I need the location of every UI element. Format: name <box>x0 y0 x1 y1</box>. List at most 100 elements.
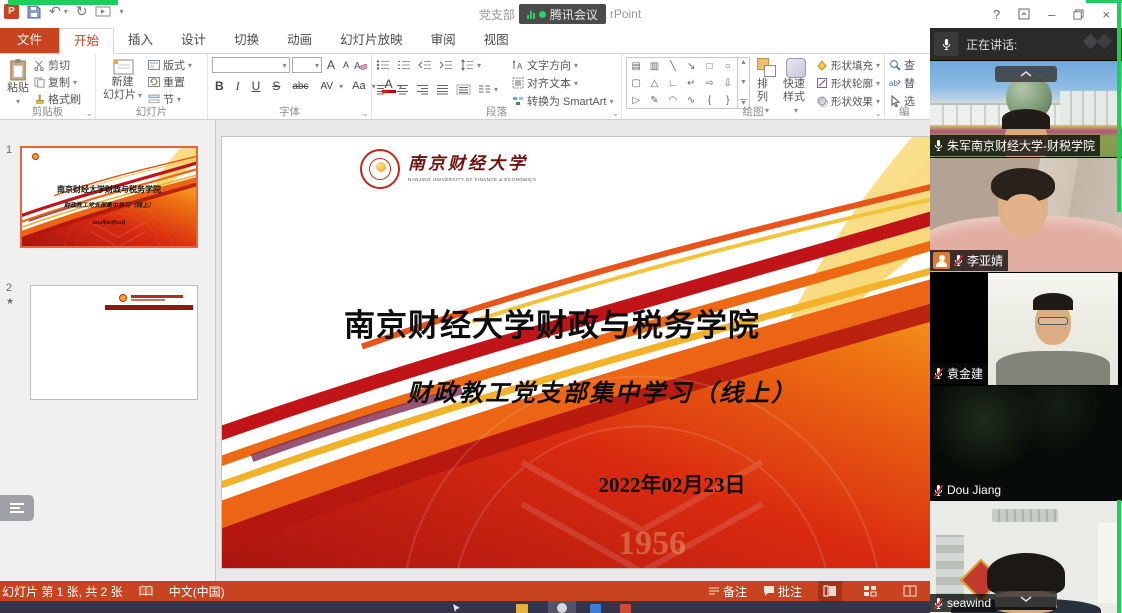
view-sorter-button[interactable] <box>858 581 882 601</box>
shadow-strike-button[interactable]: S <box>269 79 283 93</box>
tab-animations[interactable]: 动画 <box>273 28 326 53</box>
slide-thumbnail-2[interactable] <box>30 285 198 400</box>
quick-access-toolbar: P ↶▾ ↻ ▾ <box>4 3 124 20</box>
dialog-launcher-icon[interactable]: ⌄ <box>611 109 619 118</box>
text-direction-button[interactable]: A 文字方向▾ <box>512 57 613 73</box>
shape-cell[interactable]: △ <box>645 75 663 92</box>
help-button[interactable]: ? <box>993 7 1000 22</box>
shrink-font-button[interactable]: A <box>340 60 352 70</box>
font-size-combo[interactable]: ▾ <box>292 57 322 73</box>
shape-cell[interactable]: ↘ <box>682 58 700 75</box>
mic-muted-icon <box>933 484 944 497</box>
ribbon-display-options-icon[interactable] <box>1018 8 1030 20</box>
tab-file[interactable]: 文件 <box>0 28 59 53</box>
shape-cell[interactable]: □ <box>700 58 718 75</box>
undo-button[interactable]: ↶▾ <box>49 4 68 20</box>
start-slideshow-icon[interactable] <box>95 6 111 18</box>
comments-toggle[interactable]: 批注 <box>763 583 802 599</box>
numbering-icon[interactable] <box>397 59 411 71</box>
tab-insert[interactable]: 插入 <box>114 28 167 53</box>
slide-canvas[interactable]: 南京财经大学 NANJING UNIVERSITY OF FINANCE & E… <box>222 137 982 568</box>
floating-panel-toggle[interactable] <box>0 495 34 521</box>
shape-cell[interactable]: ╲ <box>664 58 682 75</box>
copy-button[interactable]: 复制▾ <box>34 74 81 90</box>
participant-tile-seawind[interactable]: seawind <box>930 500 1122 613</box>
tab-view[interactable]: 视图 <box>470 28 523 53</box>
increase-indent-icon[interactable] <box>439 59 453 71</box>
shape-cell[interactable]: ⇩ <box>719 75 737 92</box>
notes-toggle[interactable]: 备注 <box>708 583 747 599</box>
tab-review[interactable]: 审阅 <box>417 28 470 53</box>
align-center-icon[interactable] <box>396 84 409 95</box>
reset-button[interactable]: 重置 <box>148 74 192 90</box>
collapse-panel-button[interactable] <box>995 66 1057 82</box>
participant-tile-liyajing[interactable]: 李亚婧 <box>930 157 1122 272</box>
shapes-gallery-scrollbar[interactable]: ▲▼▼ <box>738 57 750 109</box>
screen: P ↶▾ ↻ ▾ 党支部 腾讯会议 rPoint ? – <box>0 0 1122 613</box>
dialog-launcher-icon[interactable]: ⌄ <box>874 109 882 118</box>
redo-button[interactable]: ↻ <box>76 3 88 20</box>
bold-button[interactable]: B <box>212 79 227 93</box>
taskbar-folder-icon[interactable] <box>516 604 528 613</box>
close-button[interactable]: × <box>1102 7 1110 22</box>
align-text-button[interactable]: 对齐文本▾ <box>512 75 613 91</box>
new-slide-button[interactable]: 新建 幻灯片▾ <box>100 57 145 107</box>
distribute-icon[interactable] <box>456 84 471 95</box>
save-icon[interactable] <box>27 5 41 19</box>
font-name-combo[interactable]: ▾ <box>212 57 290 73</box>
align-left-icon[interactable] <box>376 84 389 95</box>
participant-tile-zhujun[interactable]: 朱军南京财经大学-财税学院 <box>930 60 1122 157</box>
grow-font-button[interactable]: A <box>324 58 338 72</box>
shape-cell[interactable]: ↵ <box>682 75 700 92</box>
slide-subtitle[interactable]: 财政教工党支部集中学习（线上） <box>222 373 982 408</box>
view-reading-button[interactable] <box>898 581 922 601</box>
slide-thumbnail-1[interactable]: 南京财经大学财政与税务学院 财政教工党支部集中学习（线上） 2022年02月23… <box>20 146 198 248</box>
dialog-launcher-icon[interactable]: ⌄ <box>85 109 93 118</box>
spellcheck-icon[interactable] <box>139 585 153 597</box>
bullets-icon[interactable] <box>376 59 390 71</box>
shape-cell[interactable]: ▥ <box>645 58 663 75</box>
shape-outline-button[interactable]: 形状轮廓▾ <box>816 75 880 91</box>
tab-design[interactable]: 设计 <box>167 28 220 53</box>
slide-date[interactable]: 2022年02月23日 <box>522 469 822 499</box>
slide-title[interactable]: 南京财经大学财政与税务学院 <box>222 300 882 345</box>
minimize-button[interactable]: – <box>1048 7 1055 22</box>
microphone-button[interactable] <box>934 32 958 56</box>
columns-icon[interactable]: ▾ <box>478 81 498 97</box>
decrease-indent-icon[interactable] <box>418 59 432 71</box>
taskbar-blue-app-icon[interactable] <box>590 604 601 613</box>
shape-cell[interactable]: ▢ <box>627 75 645 92</box>
shape-fill-button[interactable]: 形状填充▾ <box>816 57 880 73</box>
shape-cell[interactable]: ○ <box>719 58 737 75</box>
language-indicator[interactable]: 中文(中国) <box>169 583 225 600</box>
tab-transitions[interactable]: 切换 <box>220 28 273 53</box>
taskbar-red-app-icon[interactable] <box>620 604 631 613</box>
shape-cell[interactable]: ⇨ <box>700 75 718 92</box>
customize-qat-caret[interactable]: ▾ <box>119 7 123 16</box>
tab-slideshow[interactable]: 幻灯片放映 <box>326 28 417 53</box>
expand-panel-button[interactable] <box>995 591 1057 607</box>
taskbar-active-app[interactable] <box>548 601 576 613</box>
align-right-icon[interactable] <box>416 84 429 95</box>
tab-home[interactable]: 开始 <box>59 28 114 54</box>
layout-grid-icon-2[interactable] <box>1097 34 1113 50</box>
participant-tile-doujiang[interactable]: Dou Jiang <box>930 385 1122 500</box>
shape-cell[interactable]: ∟ <box>664 75 682 92</box>
char-spacing-button[interactable]: AV▾ <box>317 78 343 94</box>
layout-button[interactable]: 版式▾ <box>148 57 192 73</box>
dialog-launcher-icon[interactable]: ⌄ <box>361 109 369 118</box>
paste-button[interactable]: 粘贴 ▾ <box>4 57 32 109</box>
clear-formatting-icon[interactable]: A <box>354 59 367 71</box>
participant-tile-yuanjinjian[interactable]: 袁金建 <box>930 272 1122 385</box>
italic-button[interactable]: I <box>233 79 243 94</box>
strikethrough-button[interactable]: abc <box>289 81 311 92</box>
restore-button[interactable] <box>1073 9 1084 20</box>
view-normal-button[interactable] <box>818 581 842 601</box>
taskbar-cursor-icon[interactable] <box>452 603 462 613</box>
powerpoint-app-icon[interactable]: P <box>4 4 19 19</box>
justify-icon[interactable] <box>436 84 449 95</box>
underline-button[interactable]: U <box>249 79 264 93</box>
line-spacing-icon[interactable]: ▾ <box>460 57 481 73</box>
cut-button[interactable]: 剪切 <box>34 57 81 73</box>
shape-cell[interactable]: ▤ <box>627 58 645 75</box>
